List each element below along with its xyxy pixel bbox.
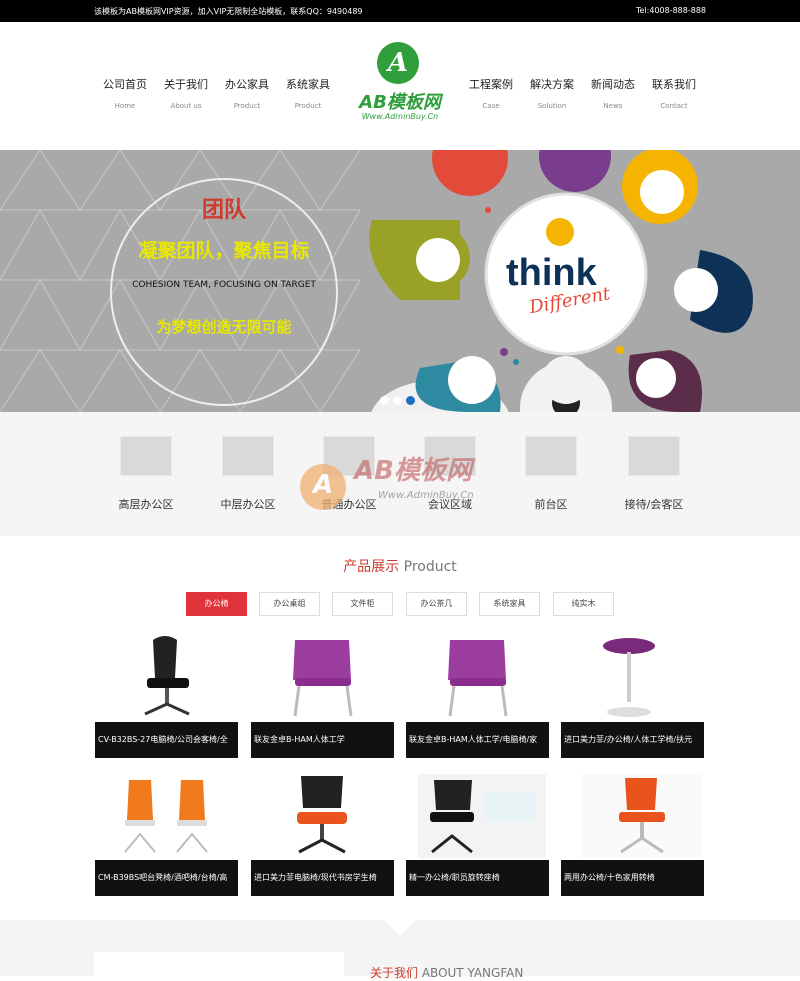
nav-contact[interactable]: 联系我们 Contact	[643, 76, 705, 110]
category-thumbnail	[424, 436, 476, 476]
product-title: 两用办公椅/十色家用转椅	[561, 860, 704, 896]
product-card[interactable]: 联友金卓B-HAM人体工学	[251, 634, 394, 760]
product-card[interactable]: CV-B32BS-27电脑椅/公司会客椅/全	[95, 634, 238, 760]
product-image	[406, 634, 549, 722]
header: 公司首页 Home 关于我们 About us 办公家具 Product 系统家具 Pr…	[0, 22, 800, 150]
tab-file-cabinets[interactable]: 文件柜	[332, 592, 393, 616]
nav-office-furniture[interactable]: 办公家具 Product	[216, 76, 278, 110]
nav-cases[interactable]: 工程案例 Case	[460, 76, 522, 110]
product-image	[406, 772, 549, 860]
banner-title: 团队	[201, 198, 246, 223]
logo-name: AB模板网	[359, 92, 441, 113]
site-logo[interactable]: A AB模板网 Www.AdminBuy.Cn	[348, 42, 452, 142]
product-title: 精一办公椅/职员旋转座椅	[406, 860, 549, 896]
product-card[interactable]: CM-B39BS吧台凳椅/酒吧椅/台椅/高	[95, 772, 238, 898]
product-image	[95, 772, 238, 860]
nav-sublabel: Contact	[660, 102, 688, 110]
tab-solid-wood[interactable]: 纯实木	[553, 592, 614, 616]
nav-solutions[interactable]: 解决方案 Solution	[521, 76, 583, 110]
nav-label: 联系我们	[652, 78, 696, 91]
nav-sublabel: Case	[482, 102, 500, 110]
product-title: 进口美力菲/办公椅/人体工学椅/扶元	[561, 722, 704, 758]
category-strip: 高层办公区 中层办公区 普通办公区 会议区域 前台区 接待/会客区	[0, 412, 800, 536]
product-title: CM-B39BS吧台凳椅/酒吧椅/台椅/高	[95, 860, 238, 896]
slider-dot[interactable]	[393, 396, 402, 405]
category-meeting-area[interactable]: 会议区域	[400, 436, 500, 512]
category-reception-desk[interactable]: 前台区	[501, 436, 601, 512]
category-label: 中层办公区	[220, 498, 276, 511]
nav-label: 工程案例	[469, 78, 513, 91]
slider-dots	[380, 390, 419, 409]
category-label: 会议区域	[428, 498, 472, 511]
category-thumbnail	[120, 436, 172, 476]
category-label: 普通办公区	[321, 498, 377, 511]
category-middle-area[interactable]: 中层办公区	[198, 436, 298, 512]
about-title-en: ABOUT YANGFAN	[421, 966, 524, 980]
nav-label: 解决方案	[530, 78, 574, 91]
nav-home[interactable]: 公司首页 Home	[94, 76, 156, 110]
banner-tagline: 为梦想创造无限可能	[156, 318, 292, 336]
product-title: 联友金卓B-HAM人体工学/电脑椅/家	[406, 722, 549, 758]
category-lounge-area[interactable]: 接待/会客区	[604, 436, 704, 512]
nav-label: 关于我们	[164, 78, 208, 91]
category-general-area[interactable]: 普通办公区	[299, 436, 399, 512]
nav-label: 新闻动态	[591, 78, 635, 91]
logo-url: Www.AdminBuy.Cn	[361, 112, 439, 121]
product-title: 联友金卓B-HAM人体工学	[251, 722, 394, 758]
nav-label: 办公家具	[225, 78, 269, 91]
product-card[interactable]: 两用办公椅/十色家用转椅	[561, 772, 704, 898]
product-image	[561, 772, 704, 860]
tab-system-furniture[interactable]: 系统家具	[479, 592, 540, 616]
nav-sublabel: Solution	[537, 102, 567, 110]
product-card[interactable]: 精一办公椅/职员旋转座椅	[406, 772, 549, 898]
products-section-title: 产品展示 Product	[0, 556, 800, 576]
about-title-cn: 关于我们	[370, 966, 419, 980]
category-executive-area[interactable]: 高层办公区	[96, 436, 196, 512]
top-bar: 该模板为AB模板网VIP资源，加入VIP无限制全站模板，联系QQ：9490489…	[0, 0, 800, 22]
logo-icon: A	[377, 42, 419, 84]
product-image	[95, 634, 238, 722]
section-arrow-icon	[383, 918, 417, 936]
slider-dot[interactable]	[380, 396, 389, 405]
about-title: 关于我们 ABOUT YANGFAN	[370, 964, 523, 981]
slider-dot-active[interactable]	[406, 396, 415, 405]
top-bar-phone: Tel:4008-888-888	[635, 6, 706, 15]
category-thumbnail	[222, 436, 274, 476]
nav-news[interactable]: 新闻动态 News	[582, 76, 644, 110]
nav-system-furniture[interactable]: 系统家具 Product	[277, 76, 339, 110]
nav-sublabel: News	[603, 102, 623, 110]
category-label: 接待/会客区	[624, 498, 684, 511]
product-image	[251, 634, 394, 722]
hero-banner[interactable]: think Different 团队 凝聚团队，聚焦目标 COHESION TE…	[0, 150, 800, 412]
category-label: 高层办公区	[118, 498, 174, 511]
banner-slogan: 凝聚团队，聚焦目标	[138, 240, 310, 262]
tab-office-chairs[interactable]: 办公椅	[186, 592, 247, 616]
product-title: 进口美力菲电脑椅/现代书房学生椅	[251, 860, 394, 896]
category-thumbnail	[525, 436, 577, 476]
products-title-cn: 产品展示	[343, 559, 400, 575]
nav-sublabel: Product	[233, 102, 261, 110]
product-card[interactable]: 联友金卓B-HAM人体工学/电脑椅/家	[406, 634, 549, 760]
nav-sublabel: Home	[114, 102, 136, 110]
tab-office-desks[interactable]: 办公桌组	[259, 592, 320, 616]
about-section: 关于我们 ABOUT YANGFAN	[0, 918, 800, 980]
product-card[interactable]: 进口美力菲/办公椅/人体工学椅/扶元	[561, 634, 704, 760]
category-thumbnail	[628, 436, 680, 476]
banner-slogan-en: COHESION TEAM, FOCUSING ON TARGET	[132, 280, 316, 290]
category-thumbnail	[323, 436, 375, 476]
nav-about[interactable]: 关于我们 About us	[155, 76, 217, 110]
top-bar-notice: 该模板为AB模板网VIP资源，加入VIP无限制全站模板，联系QQ：9490489	[94, 7, 363, 16]
product-image	[251, 772, 394, 860]
nav-sublabel: About us	[170, 102, 202, 110]
nav-sublabel: Product	[294, 102, 322, 110]
tab-tea-tables[interactable]: 办公茶几	[406, 592, 467, 616]
product-image	[561, 634, 704, 722]
nav-label: 系统家具	[286, 78, 330, 91]
about-image	[94, 952, 344, 976]
nav-label: 公司首页	[103, 78, 147, 91]
product-title: CV-B32BS-27电脑椅/公司会客椅/全	[95, 722, 238, 758]
product-card[interactable]: 进口美力菲电脑椅/现代书房学生椅	[251, 772, 394, 898]
products-title-en: Product	[403, 559, 457, 575]
category-label: 前台区	[534, 498, 568, 511]
